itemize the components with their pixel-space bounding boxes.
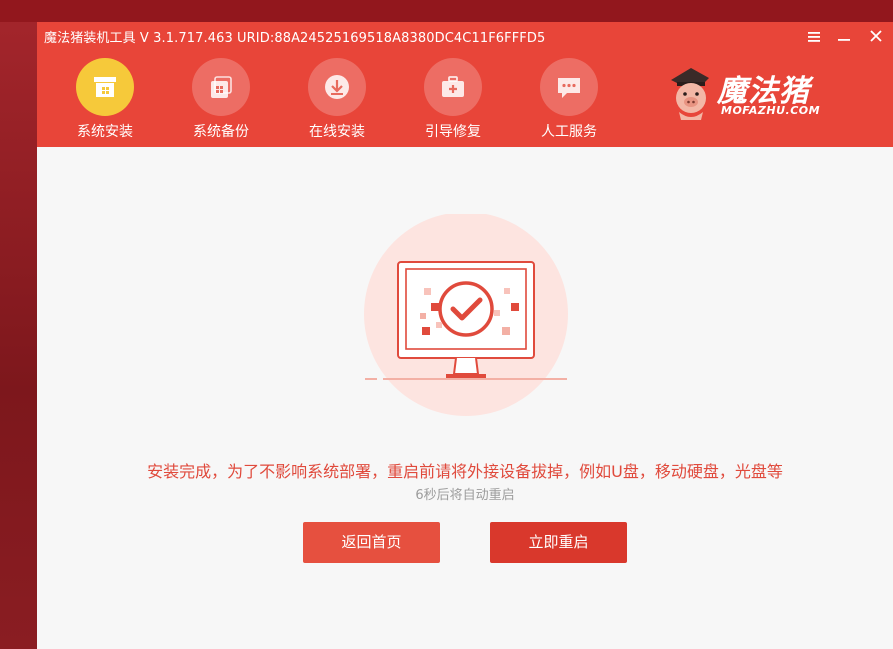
minimize-icon[interactable]	[834, 26, 854, 46]
app-header: 魔法猪装机工具 V 3.1.717.463 URID:88A2452516951…	[37, 22, 893, 147]
install-complete-illustration	[364, 214, 568, 416]
pig-mascot-icon	[671, 68, 709, 120]
menu-icon[interactable]	[804, 26, 824, 46]
restart-countdown: 6秒后将自动重启	[415, 488, 515, 503]
tab-online-install[interactable]: 在线安装	[287, 54, 387, 147]
toolbox-icon	[424, 58, 482, 116]
desktop-background-top	[0, 0, 893, 22]
install-box-icon	[76, 58, 134, 116]
install-complete-message: 安装完成，为了不影响系统部署，重启前请将外接设备拔掉，例如U盘，移动硬盘，光盘等	[147, 462, 783, 481]
tab-label: 人工服务	[541, 124, 597, 140]
tab-boot-repair[interactable]: 引导修复	[403, 54, 503, 147]
baseline-lines	[365, 378, 567, 380]
tab-support[interactable]: 人工服务	[519, 54, 619, 147]
brand-logo: 魔法猪 MOFAZHU.COM	[665, 66, 855, 124]
tab-label: 引导修复	[425, 124, 481, 140]
tab-label: 在线安装	[309, 124, 365, 140]
download-icon	[308, 58, 366, 116]
tab-system-install[interactable]: 系统安装	[55, 54, 155, 147]
app-window: 魔法猪装机工具 V 3.1.717.463 URID:88A2452516951…	[37, 22, 893, 649]
brand-domain: MOFAZHU.COM	[721, 104, 821, 117]
tab-label: 系统安装	[77, 124, 133, 140]
back-home-button[interactable]: 返回首页	[303, 522, 440, 563]
close-icon[interactable]	[866, 26, 886, 46]
backup-icon	[192, 58, 250, 116]
tab-system-backup[interactable]: 系统备份	[171, 54, 271, 147]
main-nav: 系统安装 系统备份 在线安装 引导修复 人工服务	[37, 54, 657, 147]
chat-icon	[540, 58, 598, 116]
restart-now-button[interactable]: 立即重启	[490, 522, 627, 563]
tab-label: 系统备份	[193, 124, 249, 140]
window-title: 魔法猪装机工具 V 3.1.717.463 URID:88A2452516951…	[44, 31, 546, 46]
desktop-background	[0, 0, 40, 649]
